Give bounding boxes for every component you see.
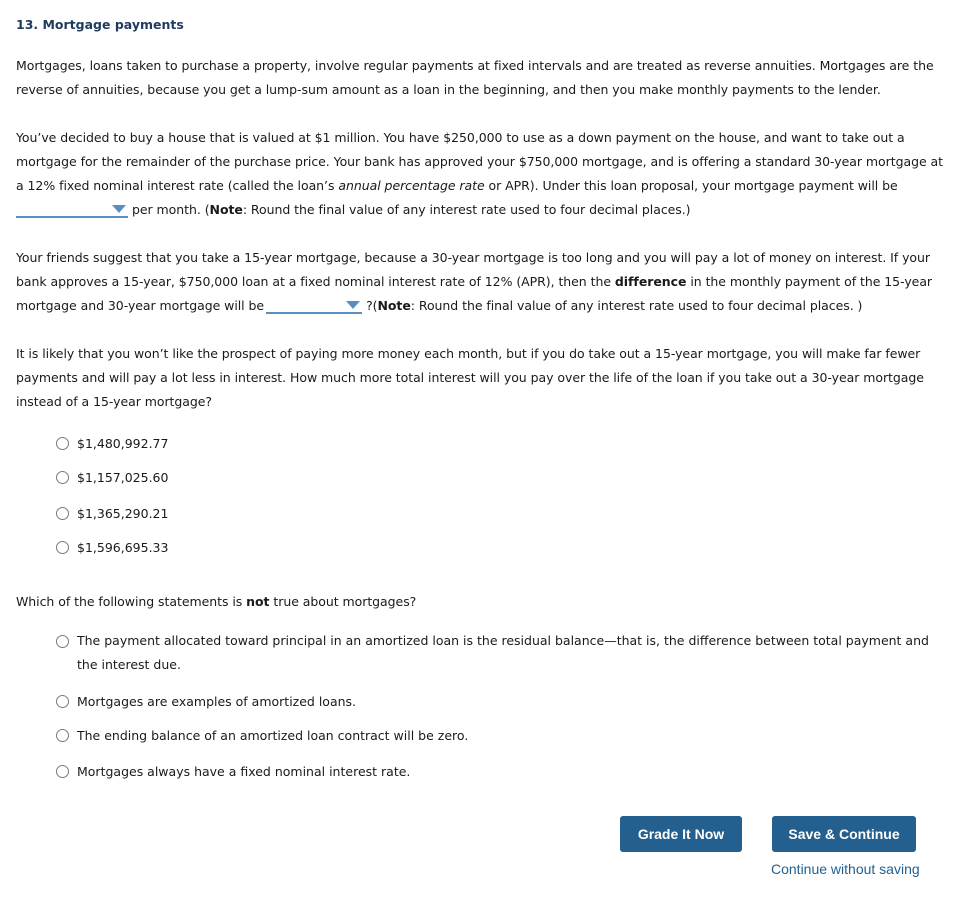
part3-paragraph: It is likely that you won’t like the pro… xyxy=(16,346,924,409)
dropdown-arrow-icon xyxy=(346,301,361,309)
option-label: $1,365,290.21 xyxy=(77,506,169,521)
part2-bold-term: difference xyxy=(614,274,687,289)
option-label: The payment allocated toward principal i… xyxy=(77,633,929,672)
option-label: $1,480,992.77 xyxy=(77,436,169,451)
continue-without-saving-link[interactable]: Continue without saving xyxy=(771,861,920,877)
part4-question: Which of the following statements is not… xyxy=(16,590,946,614)
part4-text-a: Which of the following statements is xyxy=(16,594,247,609)
intro-paragraph: Mortgages, loans taken to purchase a pro… xyxy=(16,58,934,97)
radio-button[interactable] xyxy=(56,729,69,742)
part1-note-label: Note xyxy=(209,202,243,217)
statement-option[interactable]: The ending balance of an amortized loan … xyxy=(56,728,468,743)
part4-bold-term: not xyxy=(246,594,270,609)
part2-text-c: ?( xyxy=(366,298,378,313)
save-and-continue-button[interactable]: Save & Continue xyxy=(772,816,916,852)
dropdown-arrow-icon xyxy=(112,205,126,213)
radio-button[interactable] xyxy=(56,437,69,450)
option-label: $1,596,695.33 xyxy=(77,540,169,555)
part1-paragraph: You’ve decided to buy a house that is va… xyxy=(16,126,946,222)
radio-button[interactable] xyxy=(56,765,69,778)
radio-button[interactable] xyxy=(56,541,69,554)
part2-text-d: : Round the final value of any interest … xyxy=(410,298,863,313)
part1-italic-term: annual percentage rate xyxy=(338,178,485,193)
interest-option[interactable]: $1,480,992.77 xyxy=(56,436,168,451)
radio-button[interactable] xyxy=(56,471,69,484)
statement-option[interactable]: Mortgages are examples of amortized loan… xyxy=(56,694,356,709)
option-label: $1,157,025.60 xyxy=(77,470,169,485)
statement-option[interactable]: Mortgages always have a fixed nominal in… xyxy=(56,764,410,779)
part2-paragraph: Your friends suggest that you take a 15-… xyxy=(16,246,946,318)
part2-note-label: Note xyxy=(377,298,411,313)
option-label: Mortgages always have a fixed nominal in… xyxy=(77,764,411,779)
radio-button[interactable] xyxy=(56,635,69,648)
part1-text-d: : Round the final value of any interest … xyxy=(242,202,691,217)
option-label: The ending balance of an amortized loan … xyxy=(77,728,469,743)
statement-option[interactable]: The payment allocated toward principal i… xyxy=(56,629,936,677)
monthly-payment-dropdown[interactable] xyxy=(16,200,128,218)
interest-option[interactable]: $1,157,025.60 xyxy=(56,470,168,485)
payment-difference-dropdown[interactable] xyxy=(266,296,363,314)
option-label: Mortgages are examples of amortized loan… xyxy=(77,694,357,709)
part1-text-c: per month. ( xyxy=(132,202,210,217)
part1-text-b: or APR). Under this loan proposal, your … xyxy=(484,178,898,193)
part4-text-b: true about mortgages? xyxy=(269,594,417,609)
radio-button[interactable] xyxy=(56,507,69,520)
interest-option[interactable]: $1,596,695.33 xyxy=(56,540,168,555)
radio-button[interactable] xyxy=(56,695,69,708)
question-title: 13. Mortgage payments xyxy=(16,17,184,32)
interest-option[interactable]: $1,365,290.21 xyxy=(56,506,168,521)
grade-it-now-button[interactable]: Grade It Now xyxy=(620,816,742,852)
